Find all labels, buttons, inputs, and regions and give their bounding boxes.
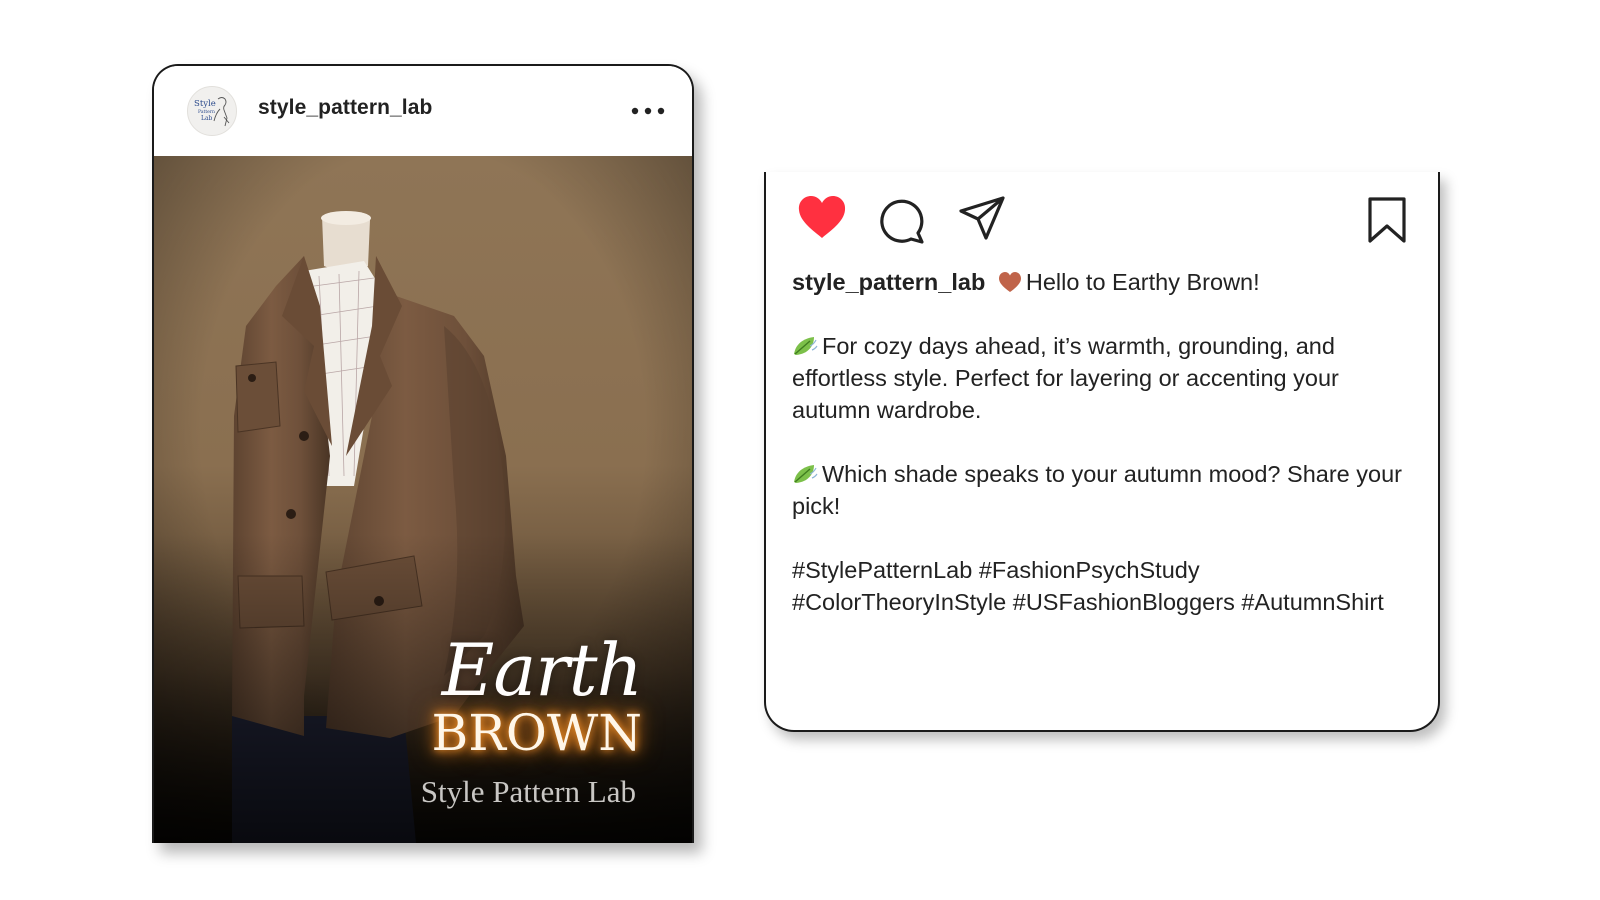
leaf-icon xyxy=(794,465,818,483)
post-card: Style Pattern Lab style_pattern_lab Eart… xyxy=(152,64,694,843)
post-header: Style Pattern Lab style_pattern_lab xyxy=(154,66,692,156)
hashtag[interactable]: #AutumnShirt xyxy=(1241,589,1383,615)
avatar[interactable]: Style Pattern Lab xyxy=(187,86,237,136)
stage: Style Pattern Lab style_pattern_lab Eart… xyxy=(0,0,1600,900)
like-button[interactable] xyxy=(796,194,848,240)
paper-plane-icon xyxy=(959,196,1005,240)
heart-filled-icon xyxy=(798,196,846,238)
post-image[interactable]: Earth BROWN Style Pattern Lab xyxy=(154,156,692,843)
hashtag[interactable]: #StylePatternLab xyxy=(792,557,972,583)
action-bar xyxy=(766,172,1438,252)
brown-heart-icon xyxy=(998,272,1021,292)
caption-headline: style_pattern_lab Hello to Earthy Brown! xyxy=(792,266,1412,298)
caption-username[interactable]: style_pattern_lab xyxy=(792,269,985,295)
svg-text:Lab: Lab xyxy=(201,115,213,122)
hashtag[interactable]: #ColorTheoryInStyle xyxy=(792,589,1006,615)
save-button[interactable] xyxy=(1366,196,1408,244)
avatar-logo: Style Pattern Lab xyxy=(194,97,230,127)
overlay-earth-text: Earth xyxy=(441,628,643,712)
caption-paragraph-2: Which shade speaks to your autumn mood? … xyxy=(792,458,1412,522)
caption-card: style_pattern_lab Hello to Earthy Brown!… xyxy=(764,172,1440,732)
caption-paragraph-2-text: Which shade speaks to your autumn mood? … xyxy=(792,461,1402,519)
comment-button[interactable] xyxy=(878,196,926,244)
hashtag-list: #StylePatternLab #FashionPsychStudy #Col… xyxy=(792,554,1412,618)
more-horizontal-icon xyxy=(631,107,665,115)
caption-text: style_pattern_lab Hello to Earthy Brown!… xyxy=(792,266,1412,618)
leaf-icon xyxy=(794,337,818,355)
caption-headline-text: Hello to Earthy Brown! xyxy=(1025,269,1260,295)
more-options-button[interactable] xyxy=(630,102,666,120)
caption-paragraph-1-text: For cozy days ahead, it’s warmth, ground… xyxy=(792,333,1339,423)
overlay-brand-text: Style Pattern Lab xyxy=(420,774,636,809)
comment-bubble-icon xyxy=(880,199,924,244)
hashtag[interactable]: #FashionPsychStudy xyxy=(979,557,1200,583)
hashtag[interactable]: #USFashionBloggers xyxy=(1013,589,1235,615)
post-username[interactable]: style_pattern_lab xyxy=(258,96,432,120)
share-button[interactable] xyxy=(958,194,1006,242)
bookmark-icon xyxy=(1368,197,1406,243)
svg-text:Style: Style xyxy=(194,99,216,109)
overlay-brown-text: BROWN xyxy=(431,704,642,762)
caption-paragraph-1: For cozy days ahead, it’s warmth, ground… xyxy=(792,330,1412,426)
